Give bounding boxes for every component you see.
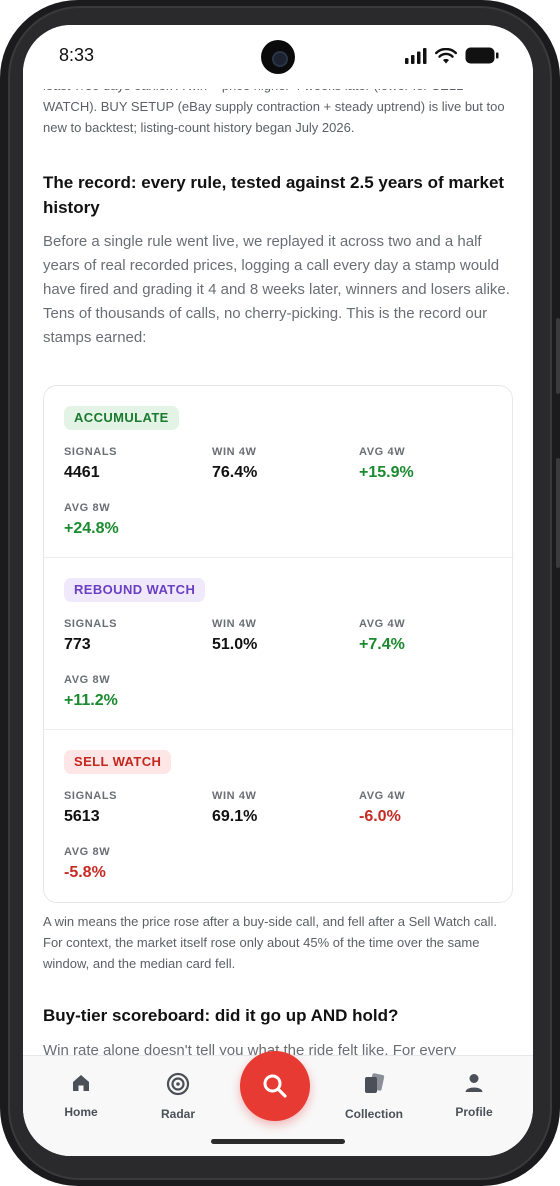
nav-profile[interactable]: Profile (424, 1072, 524, 1119)
tier-rebound-watch: REBOUND WATCH SIGNALS 773 WIN 4W 51.0% A… (44, 558, 514, 730)
stat-label: AVG 4W (359, 446, 406, 458)
nav-label: Radar (160, 1107, 195, 1121)
nav-radar[interactable]: Radar (128, 1072, 228, 1121)
stat-signals: SIGNALS 773 (64, 618, 117, 654)
nav-label: Profile (455, 1105, 493, 1119)
stat-value: -6.0% (359, 808, 401, 825)
search-fab[interactable] (240, 1051, 310, 1121)
stat-value: +7.4% (359, 636, 405, 653)
home-indicator (211, 1139, 345, 1144)
stat-value: 5613 (64, 808, 100, 825)
stat-avg4w: AVG 4W +7.4% (359, 618, 405, 654)
status-bar: 8:33 (23, 25, 533, 89)
status-icons (405, 47, 499, 64)
record-heading: The record: every rule, tested against 2… (43, 173, 505, 217)
stat-value: 4461 (64, 464, 100, 481)
stat-label: AVG 4W (359, 618, 406, 630)
stat-label: WIN 4W (212, 790, 257, 802)
stat-win4w: WIN 4W 51.0% (212, 618, 257, 654)
search-icon (263, 1074, 287, 1098)
stat-win4w: WIN 4W 76.4% (212, 446, 257, 482)
cards-icon (365, 1073, 385, 1093)
signal-icon (405, 47, 427, 64)
tier-badge: ACCUMULATE (64, 406, 179, 430)
stat-value: 69.1% (212, 808, 258, 825)
tier-badge: SELL WATCH (64, 750, 172, 774)
status-time: 8:33 (59, 45, 95, 65)
battery-icon (465, 47, 499, 64)
radar-icon (166, 1072, 190, 1096)
record-footnote: A win means the price rose after a buy-s… (43, 914, 498, 971)
stat-label: AVG 8W (64, 502, 111, 514)
nav-label: Home (64, 1105, 98, 1119)
stat-avg4w: AVG 4W +15.9% (359, 446, 414, 482)
record-description: Before a single rule went live, we repla… (43, 233, 510, 346)
stat-label: WIN 4W (212, 618, 257, 630)
stat-label: SIGNALS (64, 446, 118, 458)
stat-value: +11.2% (64, 692, 118, 709)
stat-value: +15.9% (359, 464, 414, 481)
stat-label: AVG 4W (359, 790, 406, 802)
stat-label: SIGNALS (64, 790, 118, 802)
nav-home[interactable]: Home (31, 1072, 131, 1119)
stat-signals: SIGNALS 5613 (64, 790, 117, 826)
record-card: ACCUMULATE SIGNALS 4461 WIN 4W 76.4% AVG… (43, 385, 514, 903)
home-icon (73, 1075, 89, 1091)
stat-value: 51.0% (212, 636, 258, 653)
front-camera (261, 40, 295, 74)
person-icon (465, 1074, 483, 1092)
screen: 8:33 WATCH). BUY SETUP (eBay supply cont… (23, 25, 533, 1156)
phone-frame: 8:33 WATCH). BUY SETUP (eBay supply cont… (0, 0, 560, 1186)
stat-label: AVG 8W (64, 846, 111, 858)
stat-avg8w: AVG 8W +24.8% (64, 502, 119, 538)
stat-label: SIGNALS (64, 618, 118, 630)
stat-value: 773 (64, 636, 91, 653)
nav-collection[interactable]: Collection (324, 1072, 424, 1121)
tier-sell-watch: SELL WATCH SIGNALS 5613 WIN 4W 69.1% AVG… (44, 730, 514, 902)
stat-value: -5.8% (64, 864, 106, 881)
tier-accumulate: ACCUMULATE SIGNALS 4461 WIN 4W 76.4% AVG… (44, 386, 514, 558)
tier-badge: REBOUND WATCH (64, 578, 206, 602)
power-button (556, 458, 560, 568)
nav-label: Collection (344, 1107, 403, 1121)
stat-value: 76.4% (212, 464, 258, 481)
stat-signals: SIGNALS 4461 (64, 446, 117, 482)
scoreboard-heading: Buy-tier scoreboard: did it go up AND ho… (43, 1006, 399, 1025)
stat-avg4w: AVG 4W -6.0% (359, 790, 405, 826)
stat-win4w: WIN 4W 69.1% (212, 790, 257, 826)
wifi-icon (435, 47, 457, 63)
stat-avg8w: AVG 8W -5.8% (64, 846, 110, 882)
stat-label: WIN 4W (212, 446, 257, 458)
stat-avg8w: AVG 8W +11.2% (64, 674, 118, 710)
stat-label: AVG 8W (64, 674, 111, 686)
volume-button (556, 318, 560, 394)
stat-value: +24.8% (64, 520, 119, 537)
